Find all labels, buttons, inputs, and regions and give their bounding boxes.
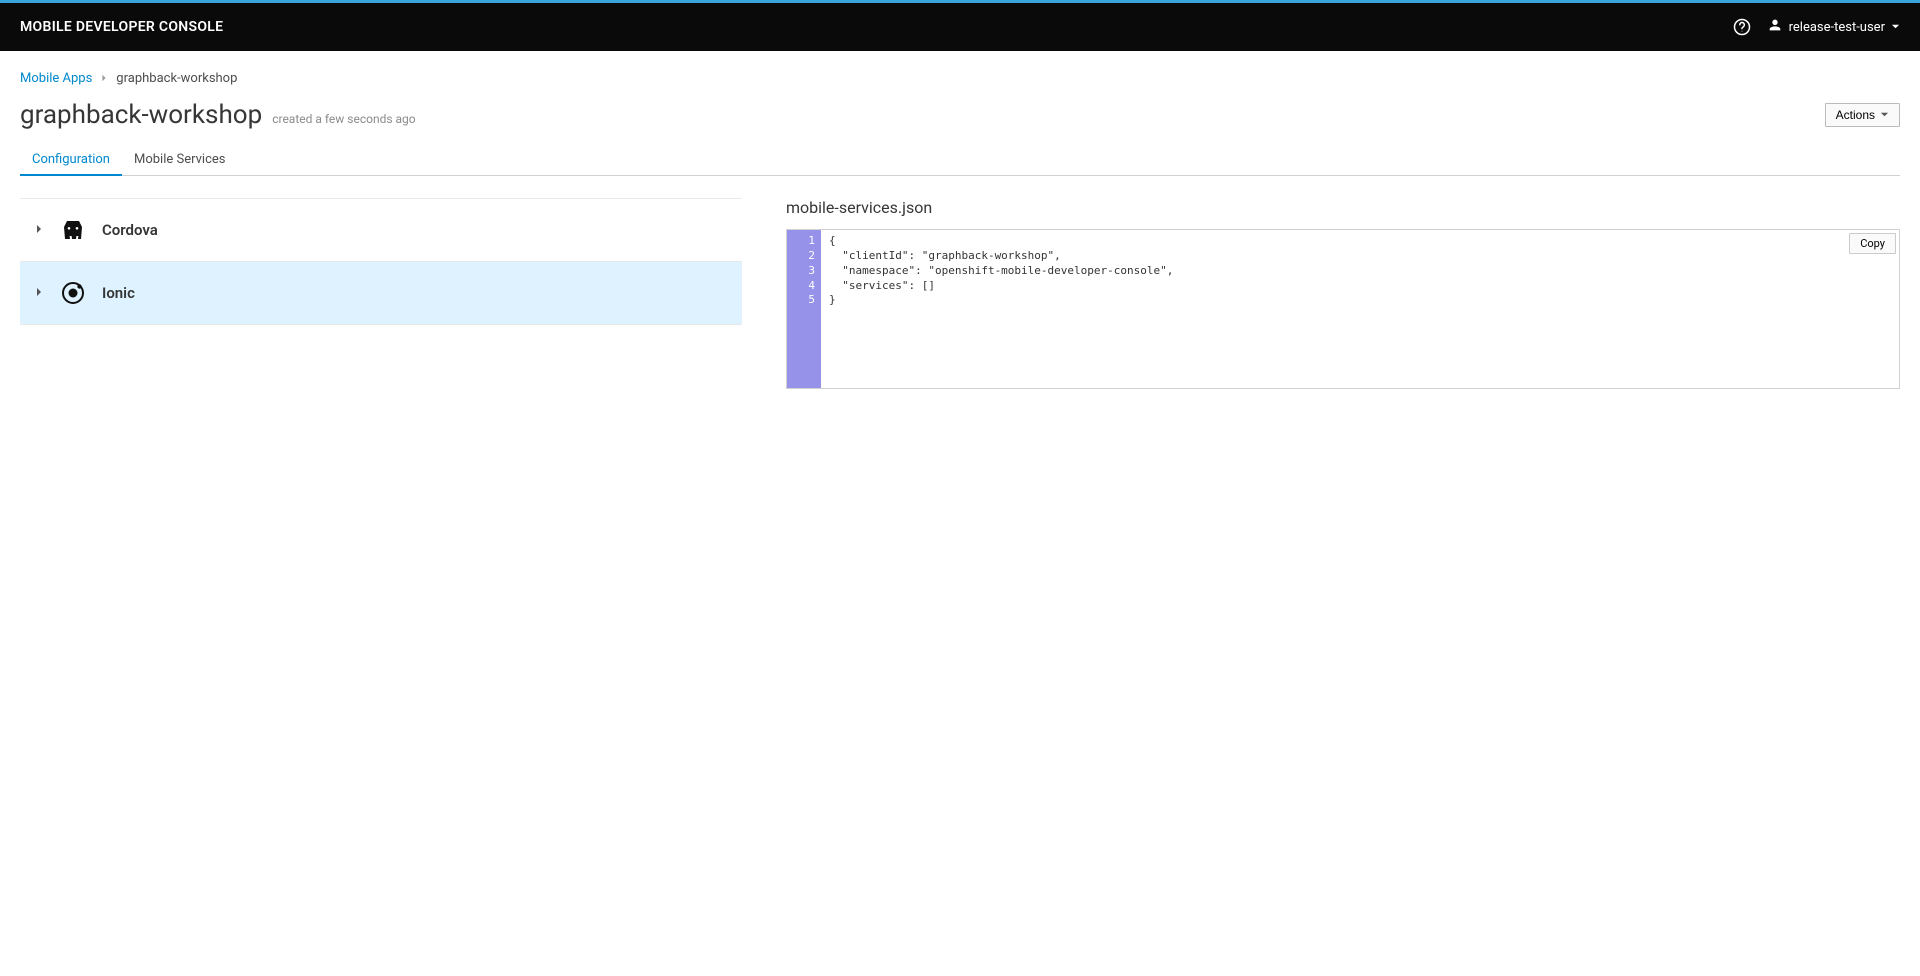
line-number: 5	[787, 293, 815, 308]
json-box: 1 2 3 4 5 { "clientId": "graphback-works…	[786, 229, 1900, 389]
cordova-icon	[60, 217, 86, 243]
platform-name: Ionic	[102, 284, 135, 302]
user-menu[interactable]: release-test-user	[1767, 17, 1900, 37]
app-title: MOBILE DEVELOPER CONSOLE	[20, 19, 223, 35]
copy-button[interactable]: Copy	[1849, 233, 1896, 254]
user-icon	[1767, 17, 1783, 37]
line-number: 2	[787, 249, 815, 264]
line-number: 1	[787, 234, 815, 249]
breadcrumb-current: graphback-workshop	[116, 71, 237, 86]
chevron-right-icon	[100, 71, 108, 86]
platform-row-ionic[interactable]: Ionic	[20, 262, 742, 325]
platform-name: Cordova	[102, 221, 158, 239]
platform-panel: Cordova Ionic	[20, 198, 742, 389]
breadcrumb: Mobile Apps graphback-workshop	[20, 61, 1900, 100]
tab-mobile-services[interactable]: Mobile Services	[122, 144, 238, 175]
json-title: mobile-services.json	[786, 198, 1900, 217]
line-gutter: 1 2 3 4 5	[787, 230, 821, 388]
actions-label: Actions	[1836, 108, 1875, 122]
line-number: 4	[787, 279, 815, 294]
page-title-wrap: graphback-workshop created a few seconds…	[20, 100, 416, 130]
platform-row-cordova[interactable]: Cordova	[20, 199, 742, 262]
page-title: graphback-workshop	[20, 100, 262, 130]
chevron-down-icon	[1880, 108, 1889, 122]
chevron-right-icon	[34, 285, 44, 301]
page-head: graphback-workshop created a few seconds…	[20, 100, 1900, 130]
tabs: Configuration Mobile Services	[20, 144, 1900, 176]
chevron-right-icon	[34, 222, 44, 238]
platform-list: Cordova Ionic	[20, 198, 742, 325]
code-content[interactable]: { "clientId": "graphback-workshop", "nam…	[821, 230, 1899, 388]
breadcrumb-root[interactable]: Mobile Apps	[20, 71, 92, 86]
help-icon[interactable]	[1733, 18, 1751, 36]
ionic-icon	[60, 280, 86, 306]
chevron-down-icon	[1891, 19, 1900, 35]
actions-button[interactable]: Actions	[1825, 103, 1900, 127]
page-subtitle: created a few seconds ago	[272, 112, 415, 126]
user-name: release-test-user	[1789, 20, 1885, 35]
json-panel: mobile-services.json 1 2 3 4 5 { "client…	[786, 198, 1900, 389]
app-header: MOBILE DEVELOPER CONSOLE release-test-us…	[0, 3, 1920, 51]
tab-configuration[interactable]: Configuration	[20, 144, 122, 175]
line-number: 3	[787, 264, 815, 279]
header-right: release-test-user	[1733, 17, 1900, 37]
